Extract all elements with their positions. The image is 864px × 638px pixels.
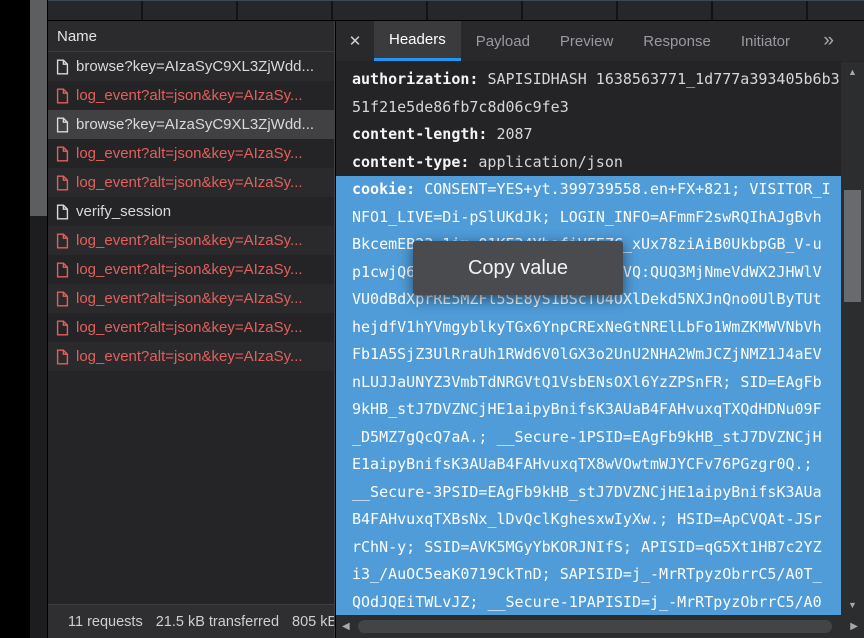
header-value: CONSENT=YES+yt.399739558.en+FX+821; VISI…: [424, 180, 830, 198]
network-summary-bar: 11 requests 21.5 kB transferred 805 kB r…: [48, 604, 334, 638]
cookie-line: Fb1A5SjZ3UlRraUh1RWd6V0lGX3o2UnU2NHA2WmJ…: [336, 341, 841, 369]
header-value-wrap: 51f21e5de86fb7c8d06c9fe3: [336, 94, 841, 122]
header-entry: content-length: 2087: [336, 121, 841, 149]
tab-headers[interactable]: Headers: [374, 21, 461, 61]
tab-payload[interactable]: Payload: [461, 21, 545, 61]
vertical-scrollbar-thumb[interactable]: [844, 190, 861, 302]
tab-initiator[interactable]: Initiator: [726, 21, 805, 61]
request-row[interactable]: log_event?alt=json&key=AIzaSy...: [48, 226, 334, 255]
request-row[interactable]: log_event?alt=json&key=AIzaSy...: [48, 284, 334, 313]
scroll-right-icon[interactable]: ▶: [850, 615, 858, 638]
request-name: log_event?alt=json&key=AIzaSy...: [76, 174, 303, 191]
cookie-line: _D5MZ7gQcQ7aA.; __Secure-1PSID=EAgFb9kHB…: [336, 424, 841, 452]
request-name: log_event?alt=json&key=AIzaSy...: [76, 87, 303, 104]
header-name: authorization:: [352, 70, 478, 88]
document-icon: [56, 204, 69, 220]
document-error-icon: [56, 262, 69, 278]
cookie-line: rChN-y; SSID=AVK5MGyYbKORJNIfS; APISID=q…: [336, 534, 841, 562]
request-name: log_event?alt=json&key=AIzaSy...: [76, 261, 303, 278]
cookie-line: B4FAHvuxqTXBsNx_lDvQclKghesxwIyXw.; HSID…: [336, 506, 841, 534]
request-name: log_event?alt=json&key=AIzaSy...: [76, 290, 303, 307]
request-row[interactable]: verify_session: [48, 197, 334, 226]
resources-size: 805 kB resources: [292, 614, 334, 630]
request-count: 11 requests: [68, 614, 143, 630]
header-value: application/json: [478, 153, 623, 171]
request-name: verify_session: [76, 203, 171, 220]
document-error-icon: [56, 146, 69, 162]
request-name: log_event?alt=json&key=AIzaSy...: [76, 348, 303, 365]
scroll-down-icon[interactable]: ▼: [841, 597, 864, 613]
request-row-selected[interactable]: browse?key=AIzaSyC9XL3ZjWdd...: [48, 110, 334, 139]
horizontal-scrollbar-thumb[interactable]: [358, 620, 832, 633]
scroll-left-icon[interactable]: ◀: [342, 615, 350, 638]
request-name: browse?key=AIzaSyC9XL3ZjWdd...: [76, 58, 314, 75]
details-tab-bar: ✕ Headers Payload Preview Response Initi…: [336, 21, 864, 61]
document-icon: [56, 117, 69, 133]
cookie-line: __Secure-3PSID=EAgFb9kHB_stJ7DVZNCjHE1ai…: [336, 479, 841, 507]
header-name: cookie:: [352, 180, 415, 198]
request-row[interactable]: log_event?alt=json&key=AIzaSy...: [48, 168, 334, 197]
document-error-icon: [56, 320, 69, 336]
header-entry: authorization: SAPISIDHASH 1638563771_1d7…: [336, 66, 841, 94]
cookie-line: QOdJQEiTWLvJZ; __Secure-1PAPISID=j_-MrRT…: [336, 589, 841, 616]
horizontal-scrollbar[interactable]: ◀ ▶: [336, 615, 864, 638]
more-tabs-icon[interactable]: »: [823, 21, 834, 61]
header-entry: content-type: application/json: [336, 149, 841, 177]
close-icon[interactable]: ✕: [336, 21, 374, 61]
request-name: log_event?alt=json&key=AIzaSy...: [76, 232, 303, 249]
page-scrollbar-track[interactable]: [30, 0, 47, 638]
request-row[interactable]: log_event?alt=json&key=AIzaSy...: [48, 255, 334, 284]
document-error-icon: [56, 88, 69, 104]
cookie-line: E1aipyBnifsK3AUaB4FAHvuxqTX8wVOwtmWJYCFv…: [336, 451, 841, 479]
document-error-icon: [56, 349, 69, 365]
request-name: log_event?alt=json&key=AIzaSy...: [76, 319, 303, 336]
header-entry: cookie: CONSENT=YES+yt.399739558.en+FX+82…: [336, 176, 841, 204]
request-name: browse?key=AIzaSyC9XL3ZjWdd...: [76, 116, 314, 133]
header-value: SAPISIDHASH 1638563771_1d777a393405b6b3: [487, 70, 839, 88]
headers-content: authorization: SAPISIDHASH 1638563771_1d7…: [336, 62, 841, 615]
document-error-icon: [56, 233, 69, 249]
request-row[interactable]: log_event?alt=json&key=AIzaSy...: [48, 139, 334, 168]
request-row[interactable]: log_event?alt=json&key=AIzaSy...: [48, 313, 334, 342]
devtools-network-panel: Name browse?key=AIzaSyC9XL3ZjWdd... log_…: [0, 0, 864, 638]
network-overview-strip[interactable]: [48, 0, 864, 20]
tab-preview[interactable]: Preview: [545, 21, 628, 61]
vertical-scrollbar[interactable]: ▲ ▼: [841, 62, 864, 615]
request-row[interactable]: log_event?alt=json&key=AIzaSy...: [48, 81, 334, 110]
tab-response[interactable]: Response: [628, 21, 726, 61]
cookie-line: hejdfV1hYVmgyblkyTGx6YnpCRExNeGtNRElLbFo…: [336, 314, 841, 342]
request-row[interactable]: log_event?alt=json&key=AIzaSy...: [48, 342, 334, 371]
header-value: 2087: [496, 125, 532, 143]
header-name: content-length:: [352, 125, 487, 143]
transferred-size: 21.5 kB transferred: [156, 614, 279, 630]
cookie-line: NFO1_LIVE=Di-pSlUKdJk; LOGIN_INFO=AFmmF2…: [336, 204, 841, 232]
name-column-header[interactable]: Name: [48, 21, 334, 52]
page-scrollbar-thumb[interactable]: [30, 0, 47, 216]
copy-value-menu[interactable]: Copy value: [413, 241, 623, 295]
document-error-icon: [56, 291, 69, 307]
cookie-line: i3_/AuOC5eaK0719CkTnD; SAPISID=j_-MrRTpy…: [336, 561, 841, 589]
cookie-line: nLUJJaUNYZ3VmbTdNRGVtQ1VsbENsOXl6YzZPSnF…: [336, 369, 841, 397]
request-row[interactable]: browse?key=AIzaSyC9XL3ZjWdd...: [48, 52, 334, 81]
request-details-panel: ✕ Headers Payload Preview Response Initi…: [336, 21, 864, 638]
header-name: content-type:: [352, 153, 469, 171]
document-icon: [56, 59, 69, 75]
cookie-line: 9kHB_stJ7DVZNCjHE1aipyBnifsK3AUaB4FAHvux…: [336, 396, 841, 424]
request-list-panel: Name browse?key=AIzaSyC9XL3ZjWdd... log_…: [48, 21, 335, 638]
document-error-icon: [56, 175, 69, 191]
request-name: log_event?alt=json&key=AIzaSy...: [76, 145, 303, 162]
scroll-up-icon[interactable]: ▲: [841, 64, 864, 80]
copy-value-label: Copy value: [468, 257, 568, 280]
